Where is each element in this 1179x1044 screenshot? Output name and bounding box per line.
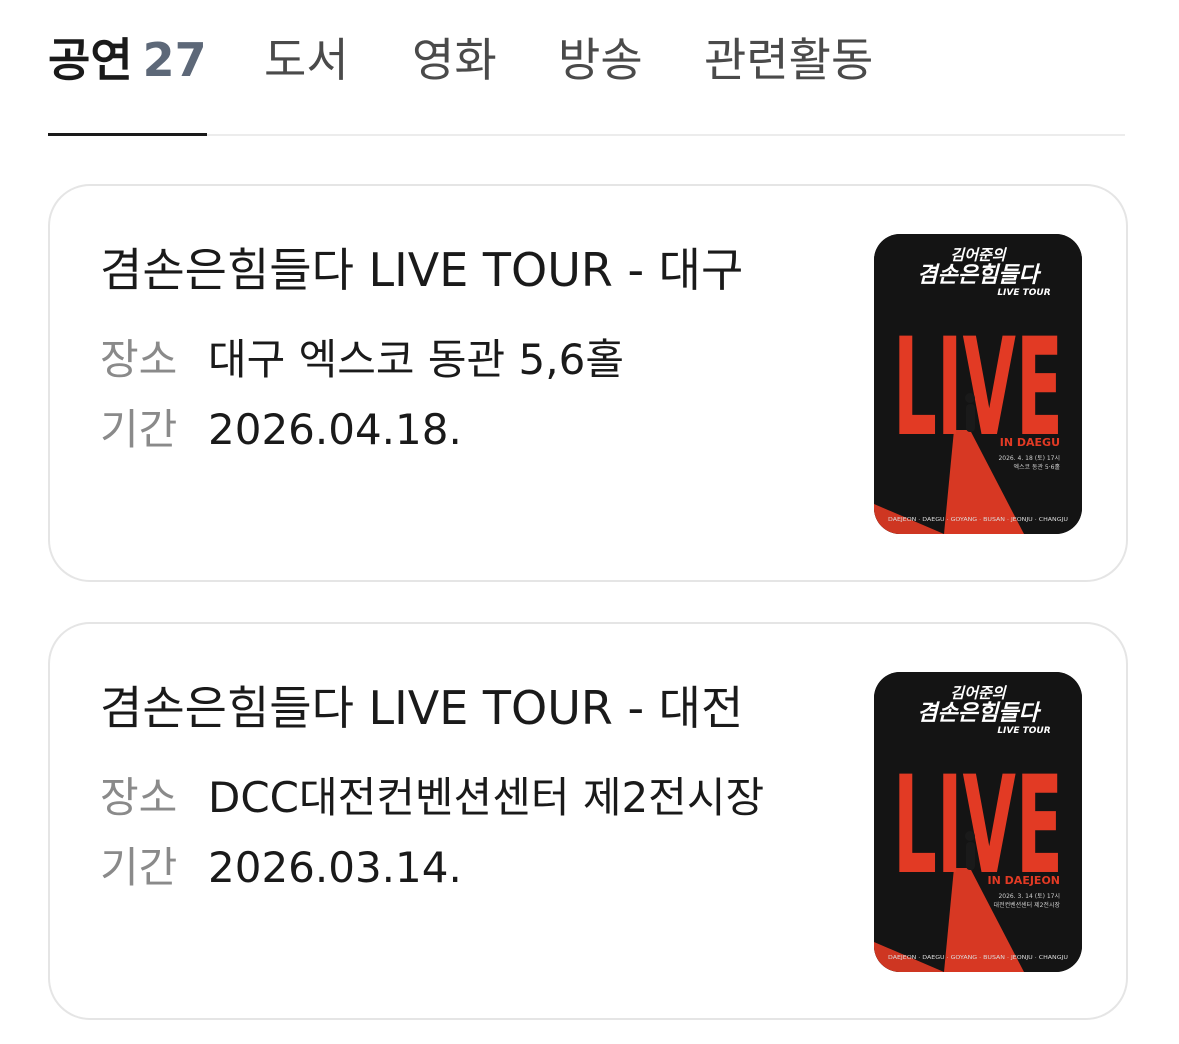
silhouette-figure xyxy=(966,842,975,870)
performance-card[interactable]: 겸손은힘들다 LIVE TOUR - 대전 장소 DCC대전컨벤션센터 제2전시장… xyxy=(48,622,1128,1020)
poster-title-line: 겸손은힘들다 xyxy=(917,701,1041,726)
poster-art: 김어준의 겸손은힘들다 LIVE TOUR LIVE IN DAEJEON 20… xyxy=(874,672,1082,972)
tab-label: 도서 xyxy=(264,33,349,87)
tab-movies[interactable]: 영화 xyxy=(412,32,497,88)
tab-label: 방송 xyxy=(558,33,643,87)
period-row: 기간 2026.04.18. xyxy=(100,404,462,456)
tab-related-activities[interactable]: 관련활동 xyxy=(704,32,873,88)
poster-subtitle: LIVE TOUR xyxy=(997,288,1050,298)
venue-value: DCC대전컨벤션센터 제2전시장 xyxy=(208,773,765,822)
performance-title: 겸손은힘들다 LIVE TOUR - 대전 xyxy=(100,681,744,735)
venue-label: 장소 xyxy=(100,773,178,822)
performance-poster[interactable]: 김어준의 겸손은힘들다 LIVE TOUR LIVE IN DAEJEON 20… xyxy=(874,672,1082,972)
period-label: 기간 xyxy=(100,405,178,454)
tab-count-badge: 27 xyxy=(142,33,207,87)
tab-performances[interactable]: 공연 27 xyxy=(48,32,207,88)
performance-title: 겸손은힘들다 LIVE TOUR - 대구 xyxy=(100,243,744,297)
poster-venue-line: 엑스코 동관 5·6홀 xyxy=(1014,463,1061,471)
poster-city: IN DAEJEON xyxy=(988,874,1060,887)
performance-poster[interactable]: 김어준의 겸손은힘들다 LIVE TOUR LIVE IN DAEGU 2026… xyxy=(874,234,1082,534)
poster-route: DAEJEON · DAEGU · GOYANG · BUSAN · JEONJ… xyxy=(888,955,1068,961)
tab-label: 영화 xyxy=(412,33,497,87)
poster-date-line: 2026. 4. 18 (토) 17시 xyxy=(998,455,1060,462)
poster-top-line: 김어준의 xyxy=(950,246,1007,264)
active-tab-indicator xyxy=(48,133,207,136)
period-value: 2026.03.14. xyxy=(208,843,462,892)
poster-route: DAEJEON · DAEGU · GOYANG · BUSAN · JEONJ… xyxy=(888,517,1068,523)
poster-top-line: 김어준의 xyxy=(950,684,1007,702)
category-tabs: 공연 27 도서 영화 방송 관련활동 xyxy=(48,20,1125,136)
tab-books[interactable]: 도서 xyxy=(264,32,349,88)
venue-label: 장소 xyxy=(100,335,178,384)
poster-subtitle: LIVE TOUR xyxy=(997,726,1050,736)
silhouette-figure xyxy=(966,404,975,432)
period-value: 2026.04.18. xyxy=(208,405,462,454)
poster-title-line: 겸손은힘들다 xyxy=(917,263,1041,288)
poster-date-line: 2026. 3. 14 (토) 17시 xyxy=(998,893,1060,900)
poster-art: 김어준의 겸손은힘들다 LIVE TOUR LIVE IN DAEGU 2026… xyxy=(874,234,1082,534)
poster-venue-line: 대전컨벤션센터 제2전시장 xyxy=(994,901,1061,909)
poster-city: IN DAEGU xyxy=(1000,436,1060,449)
performance-card[interactable]: 겸손은힘들다 LIVE TOUR - 대구 장소 대구 엑스코 동관 5,6홀 기… xyxy=(48,184,1128,582)
venue-value: 대구 엑스코 동관 5,6홀 xyxy=(208,335,624,384)
tab-label: 관련활동 xyxy=(704,33,874,87)
venue-row: 장소 DCC대전컨벤션센터 제2전시장 xyxy=(100,772,764,824)
tab-broadcasts[interactable]: 방송 xyxy=(558,32,643,88)
venue-row: 장소 대구 엑스코 동관 5,6홀 xyxy=(100,334,624,386)
tab-label: 공연 xyxy=(48,33,133,87)
period-row: 기간 2026.03.14. xyxy=(100,842,462,894)
period-label: 기간 xyxy=(100,843,178,892)
